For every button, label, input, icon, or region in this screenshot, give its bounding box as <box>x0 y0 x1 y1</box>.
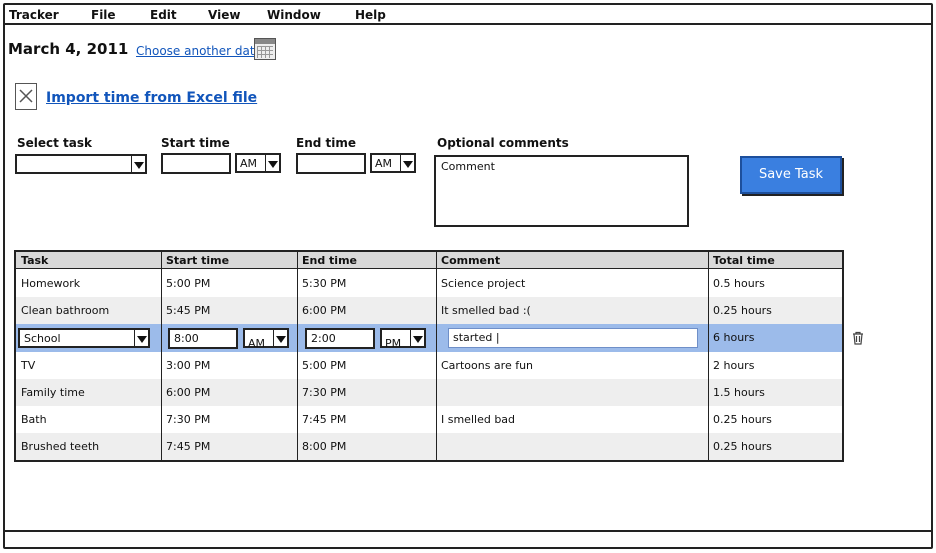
cell-task: Homework <box>21 277 81 290</box>
row-start-ampm-select[interactable]: AM <box>243 328 289 350</box>
cell-comment: Science project <box>441 277 526 290</box>
task-table: Task Start time End time Comment Total t… <box>14 250 844 462</box>
end-time-input[interactable] <box>296 153 366 174</box>
cell-start: 7:45 PM <box>166 440 211 453</box>
save-task-button[interactable]: Save Task <box>740 156 842 194</box>
cell-task: Clean bathroom <box>21 304 110 317</box>
row-start-value: 8:00 <box>174 332 199 345</box>
chevron-down-icon[interactable] <box>400 155 414 171</box>
cell-start: 7:30 PM <box>166 413 211 426</box>
comment-textarea[interactable]: Comment <box>434 155 689 227</box>
row-comment-input[interactable]: started | <box>448 328 698 348</box>
menu-tracker[interactable]: Tracker <box>9 8 59 22</box>
cell-total: 0.25 hours <box>713 440 772 453</box>
cell-total: 2 hours <box>713 359 755 372</box>
cell-start: 5:00 PM <box>166 277 211 290</box>
cell-end: 7:30 PM <box>302 386 347 399</box>
cell-task: Family time <box>21 386 85 399</box>
row-end-value: 2:00 <box>311 332 336 345</box>
table-row-selected[interactable]: School 8:00 AM 2:00 PM started | 6 hours <box>16 324 842 352</box>
cell-end: 8:00 PM <box>302 440 347 453</box>
task-select[interactable] <box>15 154 147 174</box>
column-divider <box>436 252 437 460</box>
cell-end: 6:00 PM <box>302 304 347 317</box>
excel-file-icon <box>15 83 37 110</box>
column-divider <box>708 252 709 460</box>
comments-label: Optional comments <box>437 136 569 150</box>
row-task-select[interactable]: School <box>18 328 150 348</box>
table-row[interactable]: Homework 5:00 PM 5:30 PM Science project… <box>16 270 842 297</box>
table-row[interactable]: TV 3:00 PM 5:00 PM Cartoons are fun 2 ho… <box>16 352 842 379</box>
column-header-start[interactable]: Start time <box>166 254 229 267</box>
page-title-date: March 4, 2011 <box>8 40 129 58</box>
row-end-ampm-value: PM <box>385 337 402 350</box>
calendar-icon[interactable] <box>254 38 276 60</box>
cell-end: 5:30 PM <box>302 277 347 290</box>
table-row[interactable]: Bath 7:30 PM 7:45 PM I smelled bad 0.25 … <box>16 406 842 433</box>
choose-date-link[interactable]: Choose another date <box>136 44 262 58</box>
start-ampm-value: AM <box>240 157 258 170</box>
row-end-ampm-select[interactable]: PM <box>380 328 426 350</box>
row-comment-value: started | <box>453 331 500 344</box>
menu-bar: Tracker File Edit View Window Help <box>5 5 931 25</box>
cell-total: 0.25 hours <box>713 413 772 426</box>
cell-task: Bath <box>21 413 47 426</box>
cell-start: 3:00 PM <box>166 359 211 372</box>
chevron-down-icon[interactable] <box>131 156 145 172</box>
cell-total: 0.5 hours <box>713 277 765 290</box>
cell-comment: Cartoons are fun <box>441 359 534 372</box>
cell-total: 0.25 hours <box>713 304 772 317</box>
status-bar <box>5 530 931 547</box>
cell-end: 5:00 PM <box>302 359 347 372</box>
column-header-end[interactable]: End time <box>302 254 357 267</box>
end-time-label: End time <box>296 136 356 150</box>
chevron-down-icon[interactable] <box>273 330 287 346</box>
cell-end: 7:45 PM <box>302 413 347 426</box>
cell-comment: I smelled bad <box>441 413 516 426</box>
menu-file[interactable]: File <box>91 8 116 22</box>
end-ampm-value: AM <box>375 157 393 170</box>
cell-start: 5:45 PM <box>166 304 211 317</box>
row-end-input[interactable]: 2:00 <box>305 328 375 349</box>
table-row[interactable]: Brushed teeth 7:45 PM 8:00 PM 0.25 hours <box>16 433 842 460</box>
row-task-value: School <box>24 332 61 345</box>
start-ampm-select[interactable]: AM <box>235 153 281 173</box>
cell-task: TV <box>21 359 36 372</box>
menu-window[interactable]: Window <box>267 8 321 22</box>
trash-icon[interactable] <box>851 330 865 345</box>
row-start-input[interactable]: 8:00 <box>168 328 238 349</box>
table-header: Task Start time End time Comment Total t… <box>16 252 842 269</box>
cell-comment: It smelled bad :( <box>441 304 531 317</box>
chevron-down-icon[interactable] <box>134 330 148 346</box>
end-ampm-select[interactable]: AM <box>370 153 416 173</box>
cell-total: 1.5 hours <box>713 386 765 399</box>
column-divider <box>297 252 298 460</box>
chevron-down-icon[interactable] <box>265 155 279 171</box>
chevron-down-icon[interactable] <box>410 330 424 346</box>
column-header-comment[interactable]: Comment <box>441 254 500 267</box>
row-start-ampm-value: AM <box>248 337 266 350</box>
start-time-input[interactable] <box>161 153 231 174</box>
cell-total: 6 hours <box>713 331 755 344</box>
column-header-task[interactable]: Task <box>21 254 48 267</box>
table-row[interactable]: Clean bathroom 5:45 PM 6:00 PM It smelle… <box>16 297 842 324</box>
table-row[interactable]: Family time 6:00 PM 7:30 PM 1.5 hours <box>16 379 842 406</box>
start-time-label: Start time <box>161 136 230 150</box>
cell-start: 6:00 PM <box>166 386 211 399</box>
import-excel-link[interactable]: Import time from Excel file <box>46 90 257 106</box>
menu-edit[interactable]: Edit <box>150 8 177 22</box>
menu-view[interactable]: View <box>208 8 240 22</box>
select-task-label: Select task <box>17 136 93 150</box>
menu-help[interactable]: Help <box>355 8 386 22</box>
cell-task: Brushed teeth <box>21 440 100 453</box>
column-divider <box>161 252 162 460</box>
column-header-total[interactable]: Total time <box>713 254 775 267</box>
